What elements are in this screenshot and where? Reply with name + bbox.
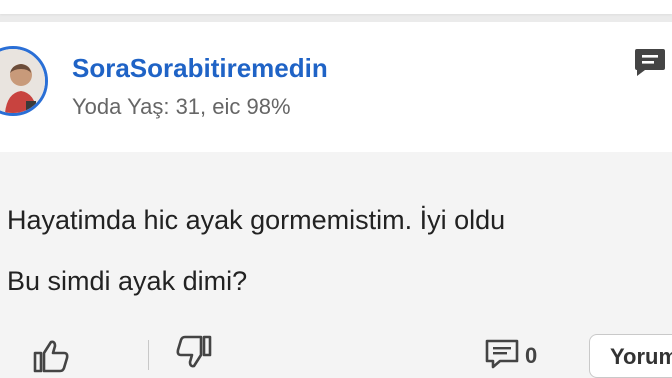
reply-button[interactable]: Yorum [589, 334, 672, 378]
message-icon[interactable] [634, 46, 666, 78]
reply-button-label: Yorum [610, 344, 672, 369]
username[interactable]: SoraSorabitiremedin [72, 53, 328, 84]
user-meta: Yoda Yaş: 31, eic 98% [72, 94, 291, 119]
post-card: SoraSorabitiremedin Yoda Yaş: 31, eic 98… [0, 22, 672, 378]
thumbs-down-icon[interactable] [173, 334, 213, 370]
post-header: SoraSorabitiremedin Yoda Yaş: 31, eic 98… [0, 22, 672, 152]
post-text-line: Hayatimda hic ayak gormemistim. İyi oldu [7, 205, 506, 235]
post-body: Hayatimda hic ayak gormemistim. İyi oldu… [0, 152, 672, 378]
thumbs-up-icon[interactable] [32, 338, 72, 374]
top-strip [0, 0, 672, 14]
avatar-photo [0, 49, 45, 113]
avatar[interactable] [0, 46, 48, 116]
comment-icon[interactable] [484, 338, 520, 370]
post-text-line: Bu simdi ayak dimi? [7, 266, 248, 296]
comment-count: 0 [525, 343, 538, 368]
divider [148, 340, 149, 370]
action-bar: 0 Yorum [0, 328, 672, 378]
